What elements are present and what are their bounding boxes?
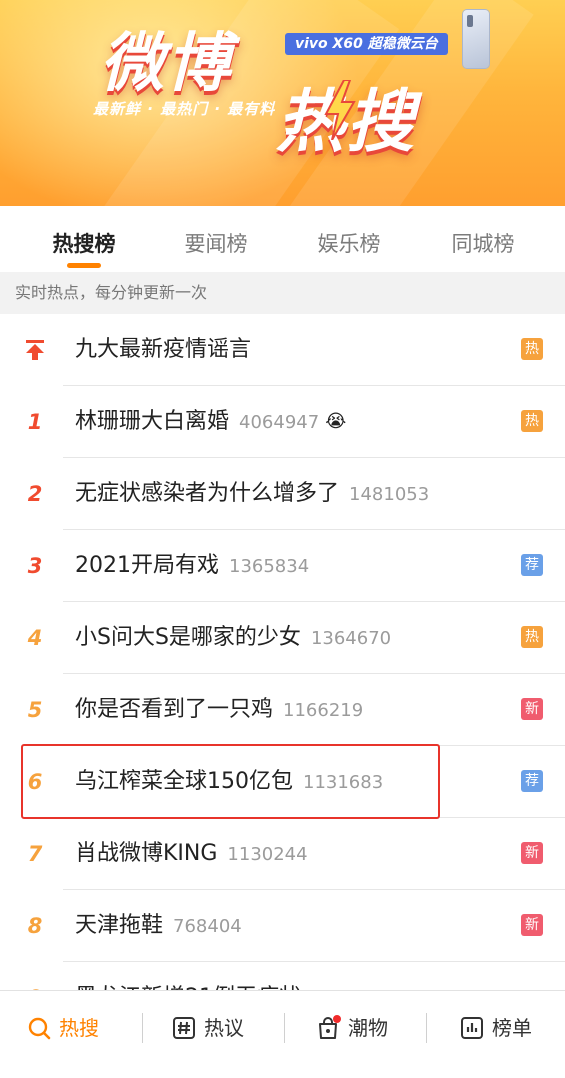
banner-slogan: 最新鲜 · 最热门 · 最有料	[93, 100, 276, 118]
nav-discussion[interactable]: 热议	[172, 991, 244, 1066]
topic-text: 肖战微博KING	[75, 841, 218, 866]
nav-label: 热搜	[59, 1016, 99, 1040]
nav-divider	[284, 1013, 285, 1043]
weibo-logo-text: 微博	[100, 27, 232, 101]
bottom-nav: 热搜 热议 潮物 榜单	[0, 990, 565, 1078]
rec-badge: 荐	[521, 770, 543, 792]
heat-count: 1365834	[229, 556, 310, 577]
topic-text: 乌江榨菜全球150亿包	[75, 769, 293, 794]
update-notice-text: 实时热点，每分钟更新一次	[15, 283, 208, 302]
tab-entertainment[interactable]: 娱乐榜	[294, 228, 404, 258]
new-badge: 新	[521, 698, 543, 720]
hot-badge: 热	[521, 410, 543, 432]
list-item[interactable]: 九大最新疫情谣言 热	[0, 314, 565, 386]
heat-count: 4064947	[239, 412, 320, 433]
rank-number: 4	[27, 626, 43, 650]
rec-badge: 荐	[521, 554, 543, 576]
nav-rankings[interactable]: 榜单	[460, 991, 532, 1066]
nav-divider	[142, 1013, 143, 1043]
pin-top-icon	[26, 340, 44, 360]
rank-number: 1	[27, 410, 43, 434]
ranking-tabs: 热搜榜 要闻榜 娱乐榜 同城榜	[0, 206, 565, 272]
notification-dot	[333, 1015, 341, 1023]
bar-chart-icon	[461, 1016, 483, 1039]
rank-number: 3	[27, 554, 43, 578]
heat-count: 1131683	[303, 772, 384, 793]
topic-title[interactable]: 天津拖鞋 768404	[75, 890, 242, 962]
topic-text: 林珊珊大白离婚	[75, 409, 230, 434]
rank-number: 8	[27, 914, 43, 938]
topic-title[interactable]: 九大最新疫情谣言	[75, 314, 251, 386]
list-item[interactable]: 7 肖战微博KING 1130244 新	[0, 818, 565, 890]
phone-icon	[463, 10, 489, 68]
topic-text: 小S问大S是哪家的少女	[75, 625, 301, 650]
new-badge: 新	[521, 914, 543, 936]
sponsor-badge[interactable]: vivo X60 超稳微云台	[285, 33, 448, 55]
heat-count: 1166219	[283, 700, 364, 721]
nav-label: 潮物	[348, 1016, 388, 1040]
lightning-icon	[324, 80, 356, 140]
topic-title[interactable]: 小S问大S是哪家的少女 1364670	[75, 602, 391, 674]
topic-text: 无症状感染者为什么增多了	[75, 481, 340, 506]
topic-text: 天津拖鞋	[75, 913, 164, 938]
rank-number: 7	[27, 842, 43, 866]
list-item[interactable]: 4 小S问大S是哪家的少女 1364670 热	[0, 602, 565, 674]
heat-count: 1364670	[310, 628, 392, 649]
list-item[interactable]: 1 林珊珊大白离婚 4064947 😭 热	[0, 386, 565, 458]
active-tab-indicator	[67, 263, 101, 268]
list-item[interactable]: 5 你是否看到了一只鸡 1166219 新	[0, 674, 565, 746]
tab-local[interactable]: 同城榜	[428, 228, 538, 258]
heat-count: 768404	[173, 916, 242, 937]
list-item[interactable]: 9 黑龙江新增21例无症状	[0, 962, 565, 990]
topic-text: 九大最新疫情谣言	[75, 337, 252, 362]
nav-hot-search[interactable]: 热搜	[27, 991, 99, 1066]
hot-search-banner: 微博 热搜 最新鲜 · 最热门 · 最有料 vivo X60 超稳微云台	[0, 0, 565, 206]
topic-title[interactable]: 2021开局有戏 1365834	[75, 530, 309, 602]
nav-label: 榜单	[492, 1016, 532, 1040]
topic-text: 2021开局有戏	[75, 553, 219, 578]
hot-badge: 热	[521, 338, 543, 360]
crying-emoji-icon: 😭	[325, 411, 347, 432]
rank-number: 5	[27, 698, 43, 722]
rank-number: 9	[18, 962, 52, 990]
update-notice: 实时热点，每分钟更新一次	[0, 272, 565, 314]
new-badge: 新	[521, 842, 543, 864]
heat-count: 1130244	[227, 844, 308, 865]
hot-badge: 热	[521, 626, 543, 648]
nav-divider	[426, 1013, 427, 1043]
nav-trends[interactable]: 潮物	[316, 991, 388, 1066]
hot-search-list: 九大最新疫情谣言热 1 林珊珊大白离婚 4064947 😭 热 2 无症状感染者为什么增多了 1…	[0, 314, 565, 990]
list-item[interactable]: 2 无症状感染者为什么增多了 1481053	[0, 458, 565, 530]
list-item[interactable]: 3 2021开局有戏 1365834 荐	[0, 530, 565, 602]
topic-title[interactable]: 无症状感染者为什么增多了 1481053	[75, 458, 429, 530]
nav-label: 热议	[204, 1016, 244, 1040]
topic-title[interactable]: 肖战微博KING 1130244	[75, 818, 308, 890]
topic-title[interactable]: 黑龙江新增21例无症状	[75, 962, 301, 990]
topic-text: 你是否看到了一只鸡	[75, 697, 274, 722]
search-icon	[28, 1017, 51, 1039]
heat-count: 1481053	[349, 484, 430, 505]
topic-title[interactable]: 乌江榨菜全球150亿包 1131683	[75, 746, 383, 818]
tab-hot-search[interactable]: 热搜榜	[29, 228, 139, 258]
topic-title[interactable]: 林珊珊大白离婚 4064947 😭	[75, 386, 346, 458]
list-item[interactable]: 6 乌江榨菜全球150亿包 1131683 荐	[0, 746, 565, 818]
hashtag-icon	[173, 1016, 195, 1039]
topic-title[interactable]: 你是否看到了一只鸡 1166219	[75, 674, 363, 746]
list-item[interactable]: 8 天津拖鞋 768404 新	[0, 890, 565, 962]
tab-news[interactable]: 要闻榜	[161, 228, 271, 258]
rank-number: 6	[27, 770, 43, 794]
rank-number: 2	[27, 482, 43, 506]
